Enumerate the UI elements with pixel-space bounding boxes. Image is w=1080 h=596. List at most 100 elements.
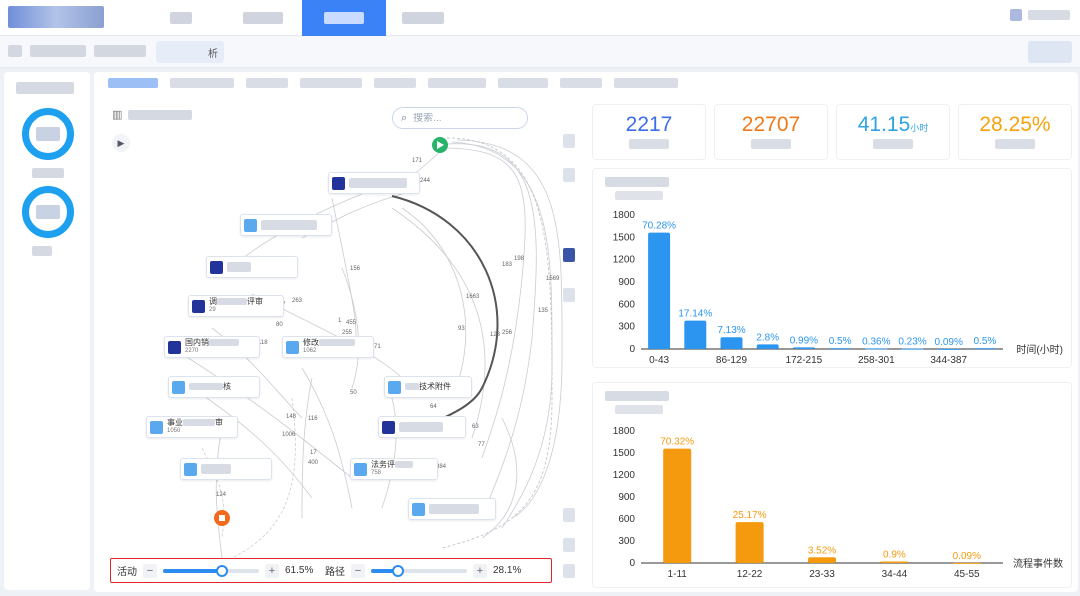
activity-node[interactable] (408, 498, 496, 520)
toolbar-button[interactable] (1028, 41, 1072, 63)
activity-minus-button[interactable]: − (143, 563, 157, 578)
edge-label-7: 256 (502, 330, 513, 336)
bar-value-label: 70.32% (660, 437, 694, 448)
nav-item-active[interactable] (302, 0, 386, 36)
path-plus-button[interactable]: + (473, 563, 487, 578)
bar[interactable] (865, 348, 888, 350)
bar[interactable] (829, 348, 852, 350)
path-slider-handle[interactable] (391, 564, 404, 577)
edge-label-23: 77 (478, 442, 485, 448)
x-tick-label: 34-44 (882, 569, 908, 580)
ring-chart-1 (22, 108, 74, 160)
activity-node[interactable]: 修改 1062 (282, 336, 374, 358)
bar-value-label: 0.5% (974, 336, 997, 347)
process-map[interactable]: 171 244 156 1663 93 123 256 183 198 135 … (102, 98, 576, 590)
path-slider-label: 路径 (325, 567, 345, 578)
user-name (1028, 10, 1070, 20)
kpi-value: 22707 (741, 113, 801, 136)
kpi-value: 2217 (625, 113, 673, 136)
activity-node[interactable]: 核 (168, 376, 260, 398)
tab-7[interactable] (498, 78, 548, 88)
tab-5[interactable] (374, 78, 416, 88)
activity-node[interactable] (206, 256, 298, 278)
play-button[interactable]: ▶ (112, 134, 130, 152)
bar[interactable] (973, 348, 996, 350)
bar-value-label: 0.5% (829, 336, 852, 347)
bar[interactable] (648, 232, 671, 349)
activity-slider-handle[interactable] (216, 564, 229, 577)
tab-2[interactable] (170, 78, 234, 88)
y-tick-label: 600 (618, 514, 635, 525)
filter-tag-label: 析 (208, 48, 218, 60)
activity-slider[interactable] (163, 564, 259, 577)
filter-tag-active[interactable]: 析 (156, 41, 224, 63)
ring-label-1 (32, 168, 64, 178)
filter-chip-3[interactable] (94, 45, 146, 57)
bar[interactable] (684, 320, 707, 349)
edge-label-13: 80 (276, 322, 283, 328)
nav-item-2[interactable] (240, 0, 286, 36)
bar[interactable] (937, 348, 960, 350)
path-slider[interactable] (371, 564, 467, 577)
edge-label-6: 123 (490, 332, 501, 338)
activity-node[interactable]: 法务评 758 (350, 458, 438, 480)
tab-6[interactable] (428, 78, 486, 88)
bar[interactable] (663, 448, 692, 563)
bar[interactable] (952, 562, 981, 564)
activity-node[interactable]: 国内销 2270 (164, 336, 260, 358)
tab-9[interactable] (614, 78, 678, 88)
activity-node[interactable]: 调评审 29 (188, 295, 284, 317)
activity-node[interactable]: 技术附件 (384, 376, 472, 398)
bar[interactable] (720, 337, 743, 349)
user-menu[interactable] (1010, 9, 1070, 21)
bar[interactable] (901, 348, 924, 350)
y-tick-label: 1500 (613, 232, 636, 243)
tab-4[interactable] (300, 78, 362, 88)
edge-label-12: 263 (292, 298, 303, 304)
filter-chip-2[interactable] (30, 45, 86, 57)
app-logo (8, 6, 104, 28)
nav-item-1[interactable] (166, 0, 196, 36)
search-input[interactable] (413, 112, 514, 124)
edge-label-17: 455 (346, 320, 357, 326)
tab-1[interactable] (108, 78, 158, 88)
bar[interactable] (792, 347, 815, 349)
bar-value-label: 0.23% (898, 337, 926, 348)
x-axis-title: 流程事件数 (1013, 557, 1063, 570)
activity-percent: 61.5% (285, 565, 314, 576)
bar-chart-icon[interactable]: ▥ (112, 108, 122, 121)
filter-chip-1[interactable] (8, 45, 22, 57)
top-nav-bar (0, 0, 1080, 36)
edge-label-1: 171 (412, 158, 423, 164)
y-tick-label: 900 (618, 492, 635, 503)
edge-label-4: 1663 (466, 294, 480, 300)
activity-plus-button[interactable]: + (265, 563, 279, 578)
y-tick-label: 0 (629, 558, 635, 569)
path-minus-button[interactable]: − (351, 563, 365, 578)
activity-node[interactable] (328, 172, 420, 194)
activity-node[interactable] (180, 458, 272, 480)
user-avatar (1010, 9, 1022, 21)
tab-3[interactable] (246, 78, 288, 88)
activity-node[interactable] (240, 214, 332, 236)
bar[interactable] (756, 344, 779, 349)
bar-value-label: 25.17% (733, 510, 767, 521)
graph-search[interactable]: ⌕ (392, 107, 528, 129)
x-tick-label: 344-387 (930, 355, 967, 366)
activity-slider-label: 活动 (117, 567, 137, 578)
bar[interactable] (735, 522, 764, 563)
edge-label-8: 183 (502, 262, 513, 268)
bar-value-label: 0.36% (862, 336, 890, 347)
edge-label-20: 50 (350, 390, 357, 396)
activity-node[interactable]: 事业审 1050 (146, 416, 238, 438)
edge-label-9: 198 (514, 256, 525, 262)
bar[interactable] (808, 557, 836, 563)
y-tick-label: 1800 (613, 426, 636, 437)
bar[interactable] (880, 561, 909, 563)
activity-node[interactable] (378, 416, 466, 438)
tab-8[interactable] (560, 78, 602, 88)
bar-value-label: 0.09% (953, 551, 981, 562)
edge-label-26: 116 (308, 416, 318, 422)
nav-item-4[interactable] (400, 0, 446, 36)
x-tick-label: 172-215 (786, 355, 823, 366)
